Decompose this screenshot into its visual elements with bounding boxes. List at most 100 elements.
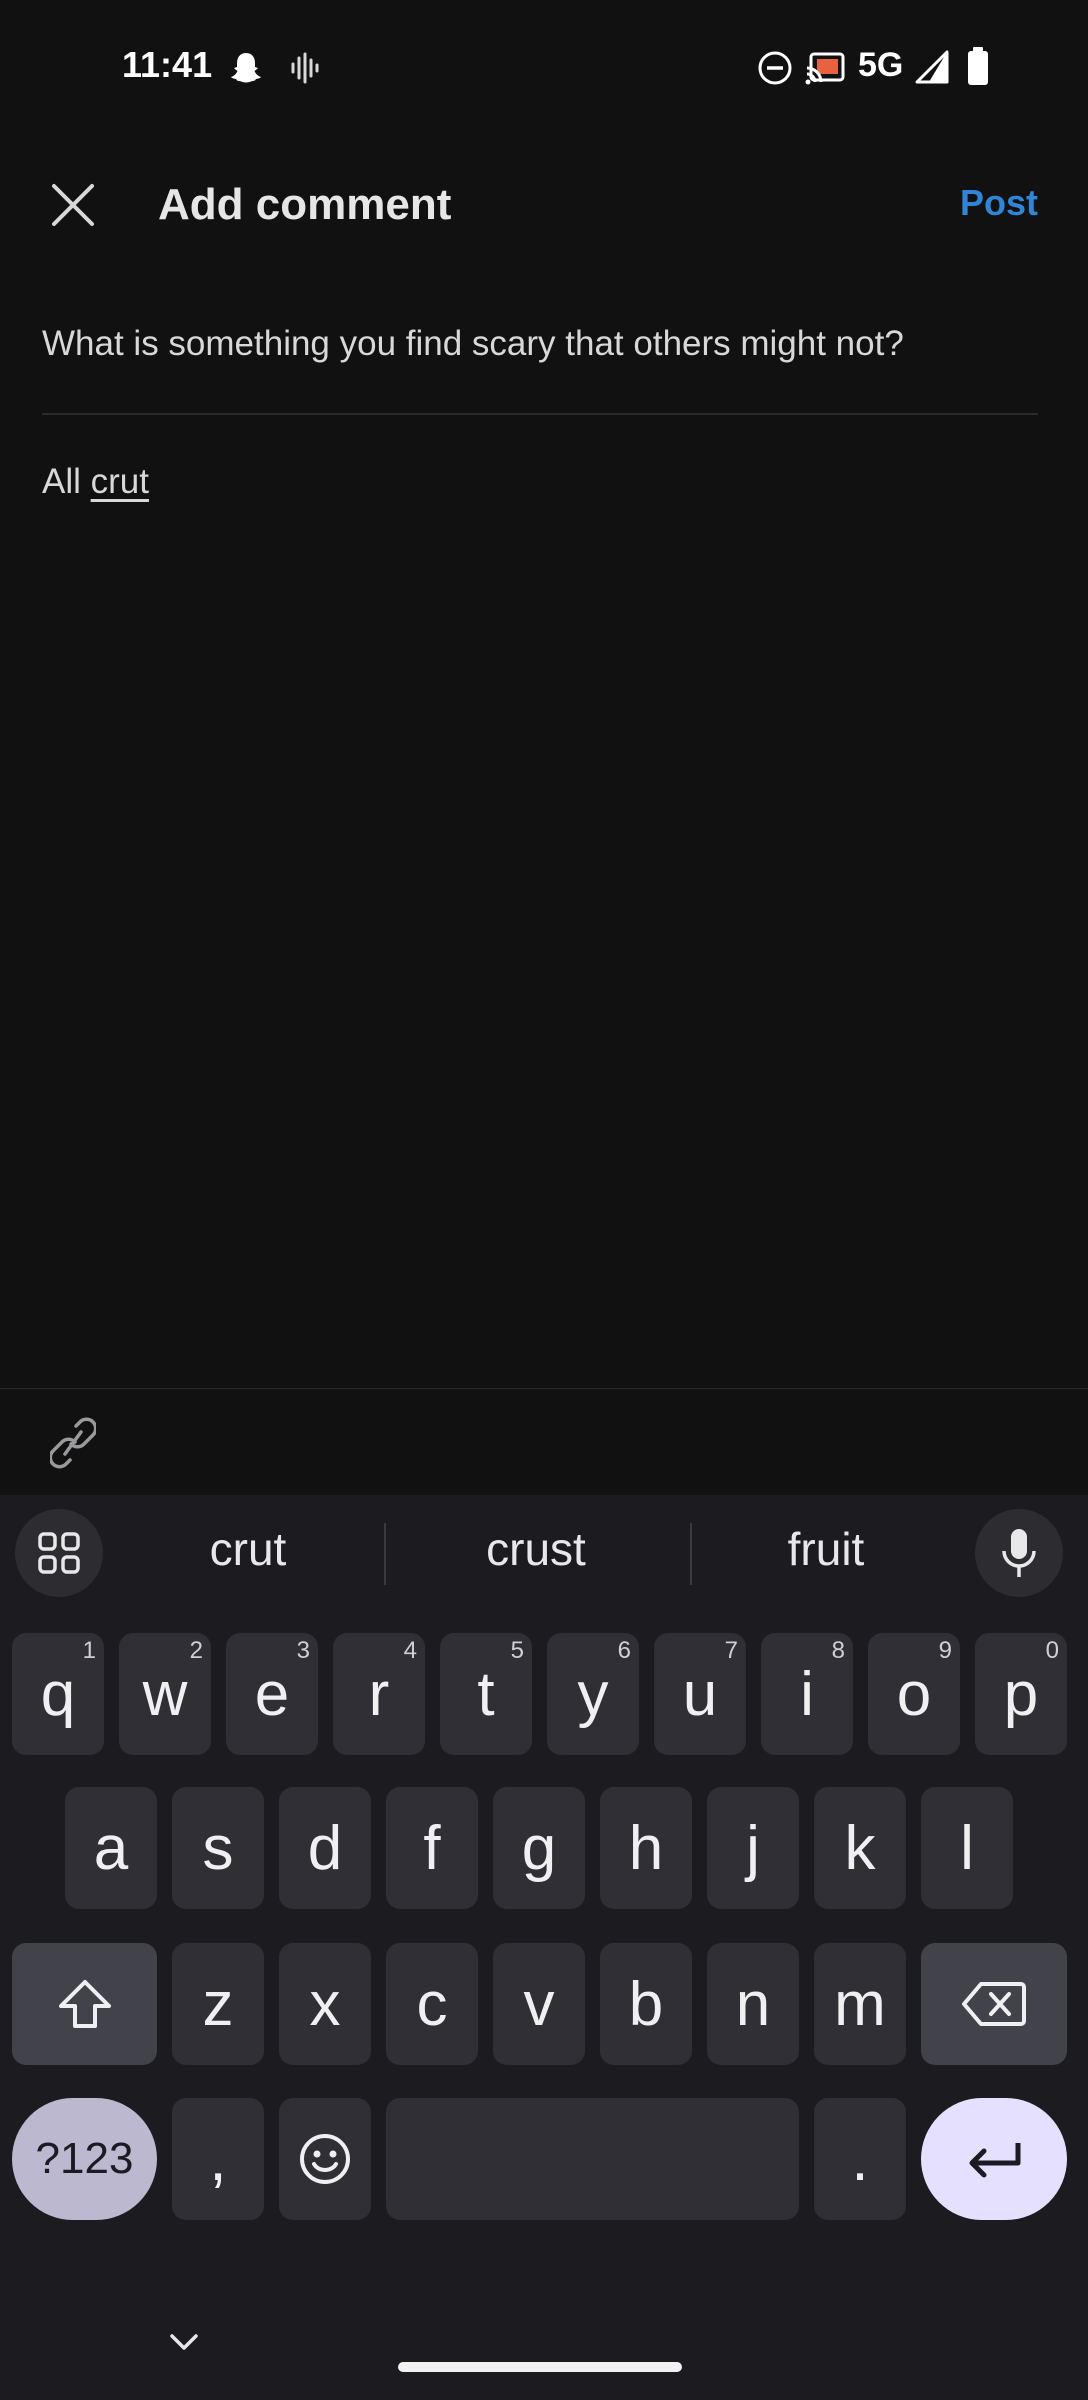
enter-key[interactable] xyxy=(921,2098,1067,2220)
space-key[interactable] xyxy=(386,2098,799,2220)
suggestion-1[interactable]: crut xyxy=(148,1522,348,1576)
key-h[interactable]: h xyxy=(600,1787,692,1909)
signal-icon xyxy=(915,50,949,84)
key-hint-number: 9 xyxy=(938,1637,952,1664)
key-k-label: k xyxy=(844,1813,876,1883)
shift-key[interactable] xyxy=(12,1943,157,2065)
suggestion-divider xyxy=(690,1523,692,1585)
shift-icon xyxy=(58,1980,111,2028)
suggestion-2[interactable]: crust xyxy=(436,1522,636,1576)
key-hint-number: 8 xyxy=(831,1637,845,1664)
key-z[interactable]: z xyxy=(172,1943,264,2065)
audio-icon xyxy=(291,52,319,84)
key-g[interactable]: g xyxy=(493,1787,585,1909)
key-hint-number: 4 xyxy=(403,1637,417,1664)
key-p[interactable]: p0 xyxy=(975,1633,1067,1755)
suggestion-3[interactable]: fruit xyxy=(726,1522,926,1576)
key-r-label: r xyxy=(368,1659,390,1729)
key-l-label: l xyxy=(960,1813,974,1883)
key-x[interactable]: x xyxy=(279,1943,371,2065)
comma-key-label: , xyxy=(209,2124,227,2194)
dnd-icon xyxy=(758,51,792,85)
key-t[interactable]: t5 xyxy=(440,1633,532,1755)
key-c[interactable]: c xyxy=(386,1943,478,2065)
key-p-label: p xyxy=(1003,1659,1039,1729)
key-b[interactable]: b xyxy=(600,1943,692,2065)
key-hint-number: 2 xyxy=(189,1637,203,1664)
key-e[interactable]: e3 xyxy=(226,1633,318,1755)
key-hint-number: 6 xyxy=(617,1637,631,1664)
emoji-key[interactable] xyxy=(279,2098,371,2220)
key-w-label: w xyxy=(142,1659,188,1729)
snapchat-icon xyxy=(231,53,261,83)
key-i-label: i xyxy=(800,1659,814,1729)
key-f-label: f xyxy=(423,1813,441,1883)
key-n-label: n xyxy=(735,1969,771,2039)
key-hint-number: 0 xyxy=(1045,1637,1059,1664)
comma-key[interactable]: , xyxy=(172,2098,264,2220)
key-i[interactable]: i8 xyxy=(761,1633,853,1755)
key-f[interactable]: f xyxy=(386,1787,478,1909)
key-k[interactable]: k xyxy=(814,1787,906,1909)
key-j[interactable]: j xyxy=(707,1787,799,1909)
keyboard-apps-button[interactable] xyxy=(15,1509,103,1597)
status-bar: 11:41 5G xyxy=(0,0,1088,130)
key-s[interactable]: s xyxy=(172,1787,264,1909)
key-hint-number: 7 xyxy=(724,1637,738,1664)
key-w[interactable]: w2 xyxy=(119,1633,211,1755)
post-title: What is something you find scary that ot… xyxy=(42,324,904,363)
cast-icon xyxy=(805,52,845,85)
key-y[interactable]: y6 xyxy=(547,1633,639,1755)
status-time: 11:41 xyxy=(122,44,213,85)
close-button[interactable] xyxy=(38,170,108,240)
emoji-icon xyxy=(300,2134,350,2184)
key-x-label: x xyxy=(309,1969,341,2039)
post-button[interactable]: Post xyxy=(960,182,1038,224)
key-l[interactable]: l xyxy=(921,1787,1013,1909)
battery-icon xyxy=(968,47,988,85)
key-j-label: j xyxy=(746,1813,760,1883)
hide-keyboard-button[interactable] xyxy=(160,2322,208,2362)
attach-link-button[interactable] xyxy=(40,1410,106,1476)
symbols-key-label: ?123 xyxy=(35,2134,134,2183)
key-hint-number: 3 xyxy=(296,1637,310,1664)
divider xyxy=(42,413,1038,415)
link-icon xyxy=(50,1417,96,1469)
key-d[interactable]: d xyxy=(279,1787,371,1909)
backspace-key[interactable] xyxy=(921,1943,1067,2065)
comment-text-field[interactable]: All crut xyxy=(42,462,149,502)
key-z-label: z xyxy=(202,1969,234,2039)
key-m[interactable]: m xyxy=(814,1943,906,2065)
key-hint-number: 1 xyxy=(82,1637,96,1664)
composing-word: crut xyxy=(90,462,149,501)
key-s-label: s xyxy=(202,1813,234,1883)
comment-text: All xyxy=(42,462,91,501)
key-h-label: h xyxy=(628,1813,664,1883)
key-t-label: t xyxy=(477,1659,495,1729)
period-key[interactable]: . xyxy=(814,2098,906,2220)
home-gesture-handle[interactable] xyxy=(398,2362,682,2372)
symbols-key[interactable]: ?123 xyxy=(12,2098,157,2220)
voice-input-button[interactable] xyxy=(975,1509,1063,1597)
key-r[interactable]: r4 xyxy=(333,1633,425,1755)
key-q-label: q xyxy=(40,1659,76,1729)
key-u[interactable]: u7 xyxy=(654,1633,746,1755)
key-o[interactable]: o9 xyxy=(868,1633,960,1755)
key-a[interactable]: a xyxy=(65,1787,157,1909)
key-hint-number: 5 xyxy=(510,1637,524,1664)
key-g-label: g xyxy=(521,1813,557,1883)
key-n[interactable]: n xyxy=(707,1943,799,2065)
network-label: 5G xyxy=(858,46,904,84)
backspace-icon xyxy=(962,1982,1026,2026)
key-b-label: b xyxy=(628,1969,664,2039)
key-c-label: c xyxy=(416,1969,448,2039)
period-key-label: . xyxy=(851,2124,869,2194)
key-v[interactable]: v xyxy=(493,1943,585,2065)
key-e-label: e xyxy=(254,1659,290,1729)
attachment-bar xyxy=(0,1388,1088,1496)
key-q[interactable]: q1 xyxy=(12,1633,104,1755)
key-u-label: u xyxy=(682,1659,718,1729)
key-a-label: a xyxy=(93,1813,129,1883)
close-icon xyxy=(52,184,94,226)
page-title: Add comment xyxy=(158,180,452,229)
